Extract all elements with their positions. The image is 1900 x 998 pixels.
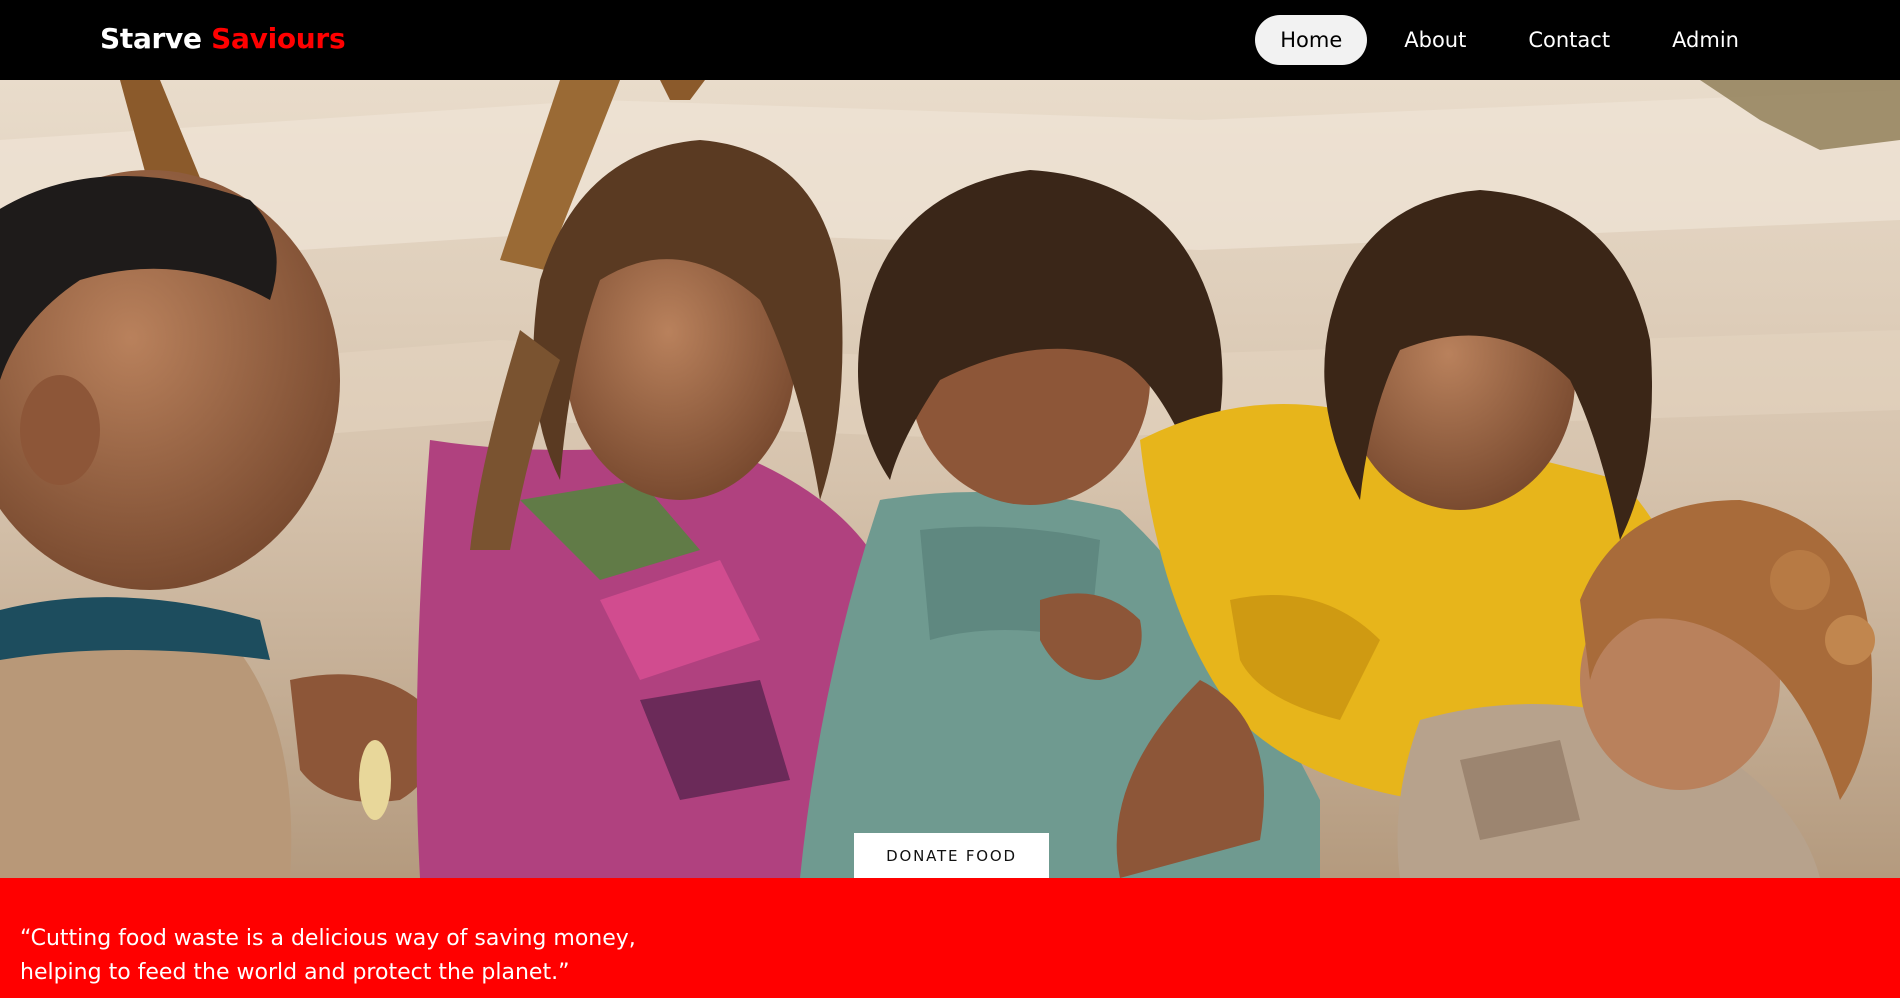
brand-logo[interactable]: Starve Saviours <box>100 22 346 55</box>
quote-banner: “Cutting food waste is a delicious way o… <box>0 878 1900 998</box>
quote-text: “Cutting food waste is a delicious way o… <box>20 922 740 990</box>
quote-line-1: “Cutting food waste is a delicious way o… <box>20 926 636 951</box>
quote-line-2: helping to feed the world and protect th… <box>20 960 570 985</box>
brand-primary-text: Starve <box>100 22 202 55</box>
donate-food-button[interactable]: DONATE FOOD <box>854 833 1049 878</box>
navbar: Starve Saviours Home About Contact Admin <box>0 0 1900 80</box>
nav-link-about[interactable]: About <box>1379 15 1491 65</box>
hero-section <box>0 80 1900 878</box>
brand-accent-text: Saviours <box>211 22 346 55</box>
nav-link-contact[interactable]: Contact <box>1503 15 1635 65</box>
nav-link-admin[interactable]: Admin <box>1647 15 1764 65</box>
hero-photo-children-icon <box>0 80 1900 878</box>
nav-menu: Home About Contact Admin <box>1255 15 1764 65</box>
nav-link-home[interactable]: Home <box>1255 15 1368 65</box>
